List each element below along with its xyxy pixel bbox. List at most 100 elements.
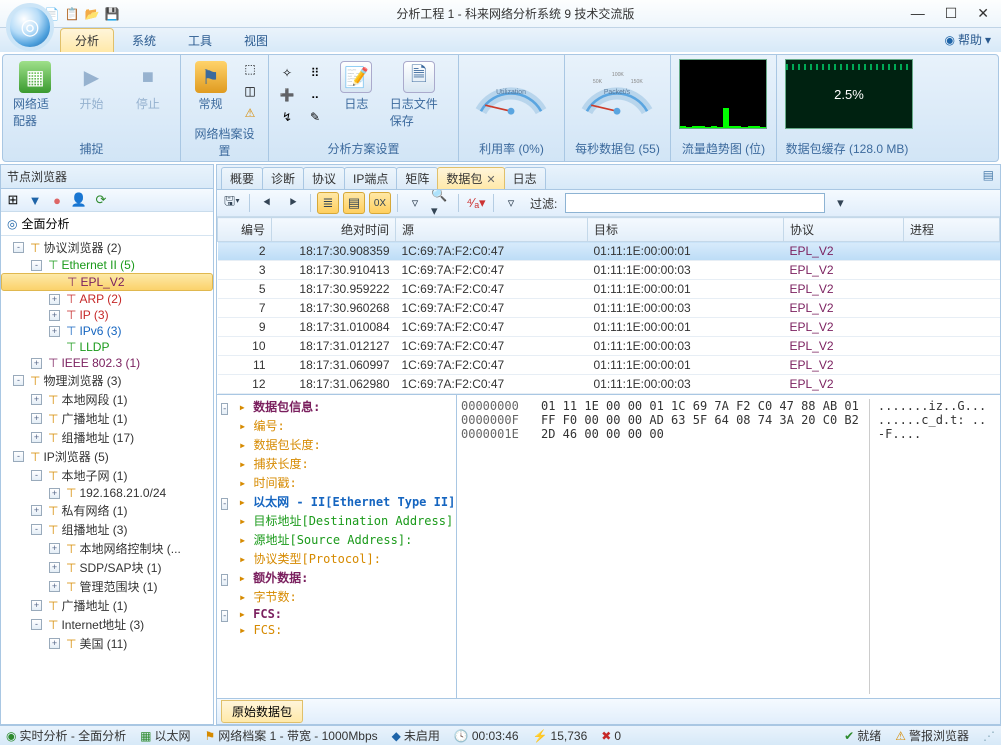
detail-toggle-icon[interactable]: -: [221, 610, 228, 622]
tree-item[interactable]: +⊤IEEE 802.3 (1): [1, 355, 213, 371]
col-src[interactable]: 源: [396, 218, 588, 242]
maximize-button[interactable]: ☐: [945, 5, 958, 22]
full-analysis-row[interactable]: ◎全面分析: [1, 212, 213, 236]
tb-next-icon[interactable]: ⯈: [282, 192, 304, 214]
ribbon-tab-view[interactable]: 视图: [230, 29, 282, 52]
tb-view2-icon[interactable]: ▤: [343, 192, 365, 214]
qat-paste-icon[interactable]: 📋: [64, 6, 80, 22]
tree-toggle-icon[interactable]: -: [31, 524, 42, 535]
tree-toggle-icon[interactable]: +: [31, 358, 42, 369]
table-row[interactable]: 518:17:30.9592221C:69:7A:F2:C0:4701:11:1…: [218, 280, 1000, 299]
tree-toggle-icon[interactable]: +: [49, 581, 60, 592]
packets-grid[interactable]: 编号 绝对时间 源 目标 协议 进程 218:17:30.9083591C:69…: [217, 217, 1000, 395]
ribbon-tab-analyze[interactable]: 分析: [60, 28, 114, 52]
tree-item[interactable]: +⊤广播地址 (1): [1, 409, 213, 428]
tree-item[interactable]: -⊤本地子网 (1): [1, 466, 213, 485]
tree-toggle-icon[interactable]: +: [31, 413, 42, 424]
table-row[interactable]: 718:17:30.9602681C:69:7A:F2:C0:4701:11:1…: [218, 299, 1000, 318]
tab-ipendpoint[interactable]: IP端点: [344, 167, 397, 189]
tree-item[interactable]: +⊤广播地址 (1): [1, 596, 213, 615]
col-proc[interactable]: 进程: [904, 218, 1000, 242]
tab-packets[interactable]: 数据包✕: [437, 167, 504, 189]
status-grip-icon[interactable]: ⋰: [983, 729, 995, 743]
tab-rawpacket[interactable]: 原始数据包: [221, 700, 303, 723]
tree-toggle-icon[interactable]: -: [13, 242, 24, 253]
scheme-small-5-icon[interactable]: ⠤: [305, 85, 325, 105]
col-no[interactable]: 编号: [218, 218, 272, 242]
tree-toggle-icon[interactable]: +: [31, 600, 42, 611]
col-proto[interactable]: 协议: [784, 218, 904, 242]
detail-item[interactable]: ▸ 时间戳:: [221, 473, 452, 492]
log-button[interactable]: 📝日志: [333, 59, 380, 114]
tree-item[interactable]: +⊤ARP (2): [1, 291, 213, 307]
status-eth[interactable]: ▦以太网: [140, 727, 190, 744]
table-row[interactable]: 218:17:30.9083591C:69:7A:F2:C0:4701:11:1…: [218, 242, 1000, 261]
nb-tool-2-icon[interactable]: ▼: [27, 192, 43, 208]
ribbon-tab-tools[interactable]: 工具: [174, 29, 226, 52]
detail-item[interactable]: ▸ 编号:: [221, 416, 452, 435]
col-dst[interactable]: 目标: [588, 218, 784, 242]
status-profile[interactable]: ⚑网络档案 1 - 带宽 - 1000Mbps: [205, 727, 378, 744]
tree-toggle-icon[interactable]: +: [31, 505, 42, 516]
tree-toggle-icon[interactable]: +: [31, 432, 42, 443]
table-row[interactable]: 918:17:31.0100841C:69:7A:F2:C0:4701:11:1…: [218, 318, 1000, 337]
detail-item[interactable]: ▸ 数据包长度:: [221, 435, 452, 454]
detail-item[interactable]: ▸ 目标地址[Destination Address]:: [221, 511, 452, 530]
tree-item[interactable]: +⊤192.168.21.0/24: [1, 485, 213, 501]
tree-toggle-icon[interactable]: +: [49, 638, 60, 649]
tree-toggle-icon[interactable]: +: [49, 562, 60, 573]
tb-view1-icon[interactable]: ≣: [317, 192, 339, 214]
tab-summary[interactable]: 概要: [221, 167, 263, 189]
filter-dropdown-icon[interactable]: ▾: [829, 192, 851, 214]
tb-find-icon[interactable]: 🔍▾: [430, 192, 452, 214]
tree-item[interactable]: -⊤IP浏览器 (5): [1, 447, 213, 466]
tree-item[interactable]: +⊤IPv6 (3): [1, 323, 213, 339]
tree-item[interactable]: -⊤物理浏览器 (3): [1, 371, 213, 390]
detail-item[interactable]: - ▸ 额外数据:: [221, 568, 452, 587]
tree-toggle-icon[interactable]: -: [31, 260, 42, 271]
qat-save-icon[interactable]: 💾: [104, 6, 120, 22]
detail-item[interactable]: - ▸ 数据包信息:: [221, 397, 452, 416]
detail-item[interactable]: - ▸ FCS:: [221, 606, 452, 622]
tree-item[interactable]: ⊤EPL_V2: [1, 273, 213, 291]
nb-tool-1-icon[interactable]: ⊞: [5, 192, 21, 208]
scheme-small-3-icon[interactable]: ↯: [277, 107, 297, 127]
table-row[interactable]: 318:17:30.9104131C:69:7A:F2:C0:4701:11:1…: [218, 261, 1000, 280]
scheme-small-4-icon[interactable]: ⠿: [305, 63, 325, 83]
help-button[interactable]: ◉帮助 ▾: [944, 31, 991, 48]
tree-item[interactable]: +⊤SDP/SAP块 (1): [1, 558, 213, 577]
tree-toggle-icon[interactable]: +: [49, 326, 60, 337]
detail-item[interactable]: ▸ 协议类型[Protocol]:: [221, 549, 452, 568]
tree-item[interactable]: +⊤IP (3): [1, 307, 213, 323]
tab-matrix[interactable]: 矩阵: [396, 167, 438, 189]
tree-item[interactable]: +⊤管理范围块 (1): [1, 577, 213, 596]
tab-protocol[interactable]: 协议: [303, 167, 345, 189]
detail-item[interactable]: ▸ 捕获长度:: [221, 454, 452, 473]
tree-item[interactable]: -⊤Internet地址 (3): [1, 615, 213, 634]
col-time[interactable]: 绝对时间: [272, 218, 396, 242]
tree-item[interactable]: -⊤协议浏览器 (2): [1, 238, 213, 257]
profile-small-1-icon[interactable]: ⬚: [240, 59, 260, 79]
tb-prev-icon[interactable]: ⯇: [256, 192, 278, 214]
tab-diagnosis[interactable]: 诊断: [262, 167, 304, 189]
profile-small-3-icon[interactable]: ⚠: [240, 103, 260, 123]
detail-toggle-icon[interactable]: -: [221, 498, 228, 510]
scheme-small-1-icon[interactable]: ✧: [277, 63, 297, 83]
detail-item[interactable]: ▸ 字节数:: [221, 587, 452, 606]
panel-menu-icon[interactable]: ▤: [983, 168, 994, 182]
detail-toggle-icon[interactable]: -: [221, 403, 228, 415]
profile-general-button[interactable]: ⚑常规: [189, 59, 232, 114]
tb-opts-icon[interactable]: ▿: [500, 192, 522, 214]
packet-detail-tree[interactable]: - ▸ 数据包信息:▸ 编号:▸ 数据包长度:▸ 捕获长度:▸ 时间戳: - ▸ …: [217, 395, 457, 698]
tb-decode-icon[interactable]: ⁴⁄ₐ▾: [465, 192, 487, 214]
profile-small-2-icon[interactable]: ◫: [240, 81, 260, 101]
tree-item[interactable]: +⊤组播地址 (17): [1, 428, 213, 447]
protocol-tree[interactable]: -⊤协议浏览器 (2)-⊤Ethernet II (5)⊤EPL_V2+⊤ARP…: [1, 236, 213, 724]
tree-toggle-icon[interactable]: +: [49, 488, 60, 499]
app-logo-icon[interactable]: ◎: [6, 3, 54, 51]
tb-export-icon[interactable]: 🖫▾: [221, 192, 243, 214]
table-row[interactable]: 1018:17:31.0121271C:69:7A:F2:C0:4701:11:…: [218, 337, 1000, 356]
status-realtime[interactable]: ◉实时分析 - 全面分析: [6, 727, 126, 744]
tree-toggle-icon[interactable]: -: [31, 470, 42, 481]
close-button[interactable]: ✕: [977, 5, 989, 22]
